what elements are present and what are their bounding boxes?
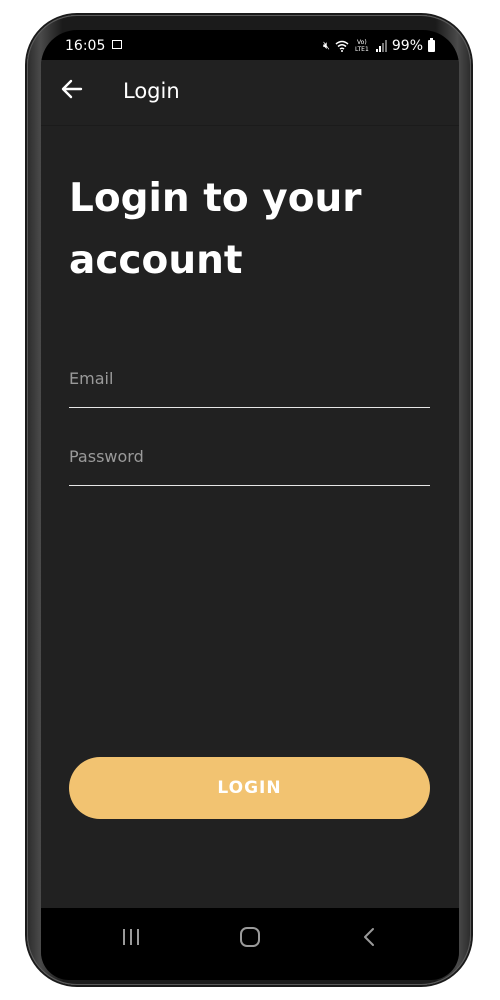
nav-back-icon[interactable] [349, 922, 389, 952]
signal-icon [375, 40, 387, 52]
status-bar: 16:05 🔇︎ Vo) LTE1 99% [41, 30, 459, 60]
app-bar-title: Login [123, 79, 180, 103]
app-bar: Login [41, 60, 459, 126]
status-time: 16:05 [65, 38, 106, 54]
mute-icon: 🔇︎ [322, 39, 330, 52]
password-field[interactable]: Password [69, 437, 430, 486]
status-icons: 🔇︎ Vo) LTE1 99% [323, 38, 435, 54]
volte-indicator: Vo) LTE1 [354, 39, 369, 53]
image-notification-icon [112, 40, 122, 49]
email-placeholder: Email [69, 369, 114, 388]
home-icon[interactable] [230, 922, 270, 952]
arrow-left-icon[interactable] [61, 78, 83, 100]
wifi-icon [335, 40, 349, 52]
battery-percent: 99% [391, 38, 423, 54]
login-button[interactable]: LOGIN [69, 757, 430, 819]
screen: 16:05 🔇︎ Vo) LTE1 99% Login Login to you… [41, 30, 459, 980]
battery-icon [428, 38, 435, 52]
recents-icon[interactable] [111, 922, 151, 952]
email-field[interactable]: Email [69, 359, 430, 408]
navigation-bar [41, 908, 459, 980]
page-title: Login to your account [69, 176, 362, 283]
password-placeholder: Password [69, 447, 144, 466]
